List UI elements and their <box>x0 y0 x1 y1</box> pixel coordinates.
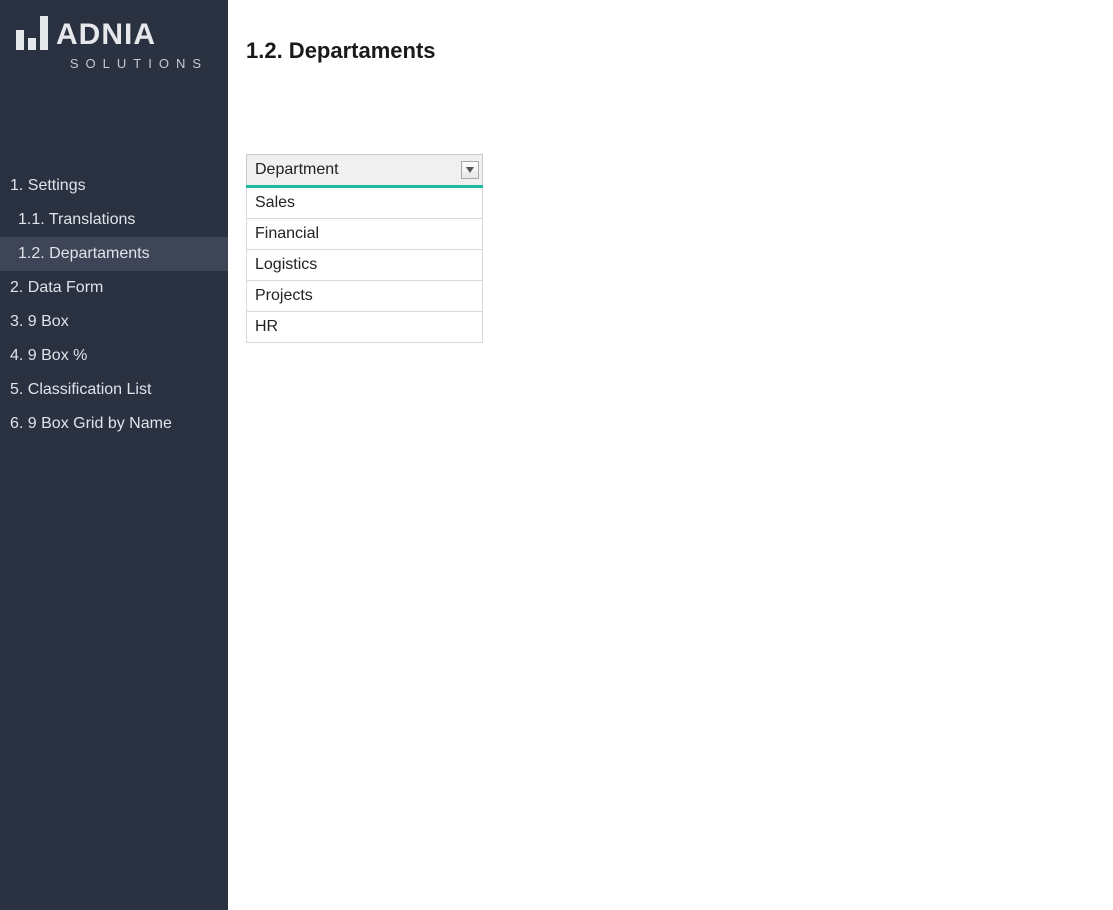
table-row[interactable]: Sales <box>247 187 483 219</box>
brand-bars-icon <box>16 16 48 50</box>
main-content: 1.2. Departaments Department Sales Finan… <box>228 0 1113 910</box>
sidebar-item-label: 6. 9 Box Grid by Name <box>10 415 172 432</box>
department-cell: Projects <box>247 281 483 312</box>
sidebar-item-9-box[interactable]: 3. 9 Box <box>0 305 228 339</box>
sidebar-item-label: 5. Classification List <box>10 381 151 398</box>
sidebar-item-9-box-grid-by-name[interactable]: 6. 9 Box Grid by Name <box>0 407 228 441</box>
department-cell: Financial <box>247 219 483 250</box>
sidebar-item-translations[interactable]: 1.1. Translations <box>0 203 228 237</box>
brand-subtitle: SOLUTIONS <box>16 56 212 71</box>
sidebar-item-settings[interactable]: 1. Settings <box>0 169 228 203</box>
sidebar-item-classification-list[interactable]: 5. Classification List <box>0 373 228 407</box>
sidebar-item-label: 3. 9 Box <box>10 313 69 330</box>
department-cell: Sales <box>247 187 483 219</box>
sidebar-nav: 1. Settings 1.1. Translations 1.2. Depar… <box>0 169 228 441</box>
department-cell: HR <box>247 312 483 343</box>
sidebar-item-label: 1. Settings <box>10 177 86 194</box>
table-row[interactable]: Projects <box>247 281 483 312</box>
sidebar: ADNIA SOLUTIONS 1. Settings 1.1. Transla… <box>0 0 228 910</box>
page-title: 1.2. Departaments <box>246 38 1095 64</box>
brand-logo: ADNIA <box>16 16 212 50</box>
sidebar-item-label: 4. 9 Box % <box>10 347 87 364</box>
column-filter-button[interactable] <box>461 161 479 179</box>
department-table: Department Sales Financial Logistics Pro… <box>246 154 483 343</box>
department-table-header: Department <box>247 155 483 187</box>
table-row[interactable]: Financial <box>247 219 483 250</box>
chevron-down-icon <box>466 167 474 173</box>
sidebar-item-data-form[interactable]: 2. Data Form <box>0 271 228 305</box>
sidebar-item-label: 1.2. Departaments <box>18 245 150 262</box>
table-row[interactable]: Logistics <box>247 250 483 281</box>
sidebar-item-label: 2. Data Form <box>10 279 103 296</box>
department-header-label: Department <box>255 161 339 178</box>
brand-name: ADNIA <box>56 20 156 50</box>
table-row[interactable]: HR <box>247 312 483 343</box>
department-cell: Logistics <box>247 250 483 281</box>
sidebar-item-departaments[interactable]: 1.2. Departaments <box>0 237 228 271</box>
brand-block: ADNIA SOLUTIONS <box>0 0 228 79</box>
sidebar-item-label: 1.1. Translations <box>18 211 135 228</box>
sidebar-item-9-box-percent[interactable]: 4. 9 Box % <box>0 339 228 373</box>
